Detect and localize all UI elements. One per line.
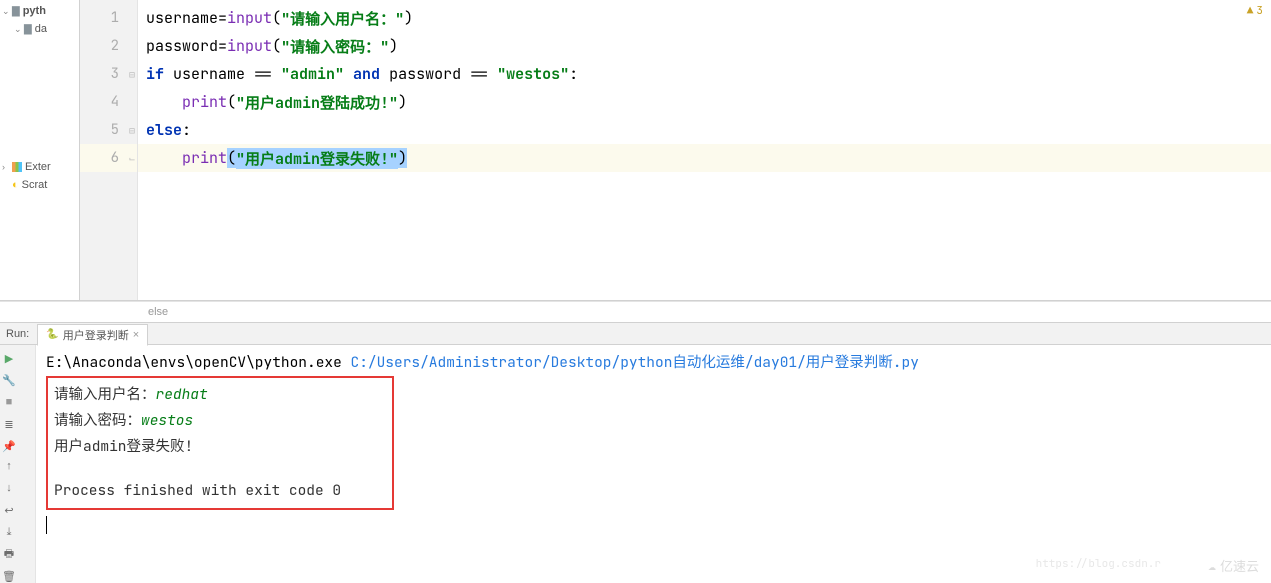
output-line: 请输入密码：westos — [54, 408, 386, 434]
scratch-icon: ◐ — [12, 179, 19, 191]
code-line-6[interactable]: print("用户admin登录失败!") — [138, 144, 1271, 172]
fold-icon[interactable]: ⊟ — [129, 68, 135, 81]
up-button[interactable]: ↑ — [2, 459, 16, 473]
cloud-icon: ☁ — [1208, 557, 1216, 574]
rerun-button[interactable]: ▶ — [2, 351, 16, 365]
line-number: 4 — [111, 93, 119, 111]
modify-run-button[interactable]: 🔧 — [2, 373, 16, 387]
line-number: 5 — [111, 121, 119, 139]
code-line-3[interactable]: if username == "admin" and password == "… — [138, 60, 1271, 88]
close-icon[interactable]: × — [133, 329, 139, 341]
output-line: 请输入用户名：redhat — [54, 382, 386, 408]
project-tree[interactable]: ⌄ ▇ pyth ⌄ ▇ da › Exter ◐ Scrat — [0, 0, 80, 300]
console-cursor — [46, 516, 47, 534]
code-line-5[interactable]: else: — [138, 116, 1271, 144]
run-toolbar-left: ▶ 🔧 ■ ≣ 📌 ↑ ↓ ↩ ⤓ 🖶 🗑 — [0, 345, 36, 583]
line-number: 3 — [111, 65, 119, 83]
warning-icon: ▲ — [1247, 4, 1254, 18]
scroll-to-end-button[interactable]: ⤓ — [2, 525, 16, 539]
output-highlight: 请输入用户名：redhat 请输入密码：westos 用户admin登录失败! … — [46, 376, 394, 510]
tree-root[interactable]: ⌄ ▇ pyth — [0, 2, 79, 20]
line-number: 1 — [111, 9, 119, 27]
run-tool-window: Run: 🐍 用户登录判断 × ▶ 🔧 ■ ≣ 📌 ↑ ↓ ↩ ⤓ 🖶 🗑 — [0, 322, 1271, 583]
run-tab-label: 用户登录判断 — [63, 327, 129, 343]
print-button[interactable]: 🖶 — [2, 547, 16, 561]
warning-count: 3 — [1256, 4, 1263, 18]
code-line-1[interactable]: username=input("请输入用户名：") — [138, 4, 1271, 32]
breadcrumb-current[interactable]: else — [148, 306, 168, 318]
soft-wrap-button[interactable]: ↩ — [2, 503, 16, 517]
folder-icon: ▇ — [24, 24, 32, 35]
fold-icon[interactable]: ⊟ — [129, 124, 135, 137]
clear-button[interactable]: 🗑 — [2, 569, 16, 583]
watermark-url: https://blog.csdn.r — [1036, 557, 1161, 571]
tree-root-label: pyth — [23, 5, 46, 17]
exit-line: Process finished with exit code 0 — [54, 478, 386, 504]
code-line-2[interactable]: password=input("请输入密码：") — [138, 32, 1271, 60]
command-line: E:\Anaconda\envs\openCV\python.exe C:/Us… — [46, 351, 1261, 372]
fold-end-icon[interactable]: ⌙ — [129, 152, 135, 165]
run-tab[interactable]: 🐍 用户登录判断 × — [37, 324, 148, 346]
code-editor[interactable]: ▲ 3 username=input("请输入用户名：") password=i… — [138, 0, 1271, 300]
layout-button[interactable]: ≣ — [2, 417, 16, 431]
scratches-label: Scrat — [22, 179, 48, 191]
run-header: Run: 🐍 用户登录判断 × — [0, 323, 1271, 345]
breadcrumb-bar[interactable]: else — [0, 301, 1271, 322]
inspection-badge[interactable]: ▲ 3 — [1247, 4, 1263, 18]
output-line: 用户admin登录失败! — [54, 434, 386, 460]
watermark-brand: ☁ 亿速云 — [1208, 556, 1259, 575]
stop-button[interactable]: ■ — [2, 395, 16, 409]
external-libraries-label: Exter — [25, 161, 51, 173]
line-number: 6 — [111, 149, 119, 167]
console-output[interactable]: E:\Anaconda\envs\openCV\python.exe C:/Us… — [36, 345, 1271, 583]
scratches[interactable]: ◐ Scrat — [0, 176, 79, 194]
external-libraries[interactable]: › Exter — [0, 158, 79, 176]
folder-icon: ▇ — [12, 6, 20, 17]
down-button[interactable]: ↓ — [2, 481, 16, 495]
chevron-right-icon: › — [2, 162, 12, 172]
python-icon: 🐍 — [46, 329, 58, 340]
run-label: Run: — [6, 328, 29, 340]
tree-child-label: da — [35, 23, 47, 35]
pin-button[interactable]: 📌 — [2, 439, 16, 453]
tree-child[interactable]: ⌄ ▇ da — [0, 20, 79, 38]
chevron-down-icon: ⌄ — [14, 24, 24, 35]
line-number: 2 — [111, 37, 119, 55]
line-gutter: 1 2 3 ⊟ 4 5 ⊟ 6 ⌙ — [80, 0, 138, 300]
code-line-4[interactable]: print("用户admin登陆成功!") — [138, 88, 1271, 116]
library-icon — [12, 161, 25, 173]
chevron-down-icon: ⌄ — [2, 6, 12, 17]
